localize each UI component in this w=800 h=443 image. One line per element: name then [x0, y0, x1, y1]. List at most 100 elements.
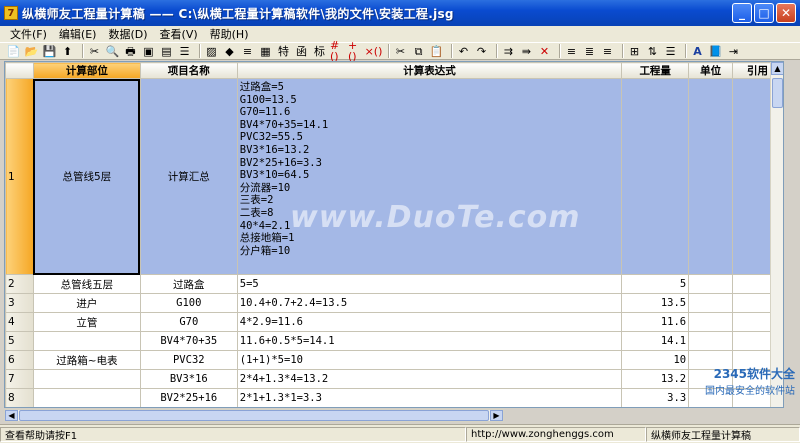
header-qty[interactable]: 工程量 — [621, 62, 690, 79]
row-number[interactable]: 6 — [5, 350, 34, 370]
delete-row-icon[interactable]: ✕ — [537, 44, 552, 59]
cut-icon[interactable]: ✂ — [87, 44, 102, 59]
cell-part[interactable]: 总管线5层 — [32, 78, 141, 275]
row-number[interactable]: 8 — [5, 388, 34, 407]
table-row[interactable]: 1 总管线5层 计算汇总 过路盒=5 G100=13.5 G70=11.6 BV4*70+3… — [5, 78, 783, 275]
lines-icon[interactable]: ☰ — [663, 44, 678, 59]
header-corner[interactable] — [5, 62, 34, 79]
formula-icon[interactable]: ≡ — [240, 44, 255, 59]
vertical-scrollbar[interactable]: ▲ — [770, 62, 783, 407]
cell-unit[interactable] — [688, 293, 734, 313]
cell-expression[interactable]: 11.6+0.5*5=14.1 — [236, 331, 623, 351]
palette-icon[interactable]: ◆ — [222, 44, 237, 59]
align-right-icon[interactable]: ≡ — [600, 44, 615, 59]
cell-unit[interactable] — [688, 331, 734, 351]
list-icon[interactable]: ☰ — [177, 44, 192, 59]
export-icon[interactable]: ⬆ — [60, 44, 75, 59]
cell-part[interactable]: 过路箱~电表 — [32, 350, 141, 370]
row-number[interactable]: 5 — [5, 331, 34, 351]
document-icon[interactable]: ▤ — [159, 44, 174, 59]
book-icon[interactable]: 📘 — [708, 44, 723, 59]
cell-part[interactable] — [32, 369, 141, 389]
insert-text-icon[interactable]: ▦ — [258, 44, 273, 59]
cell-expression[interactable]: 2*1+1.3*1=3.3 — [236, 388, 623, 407]
window-icon[interactable]: ▣ — [141, 44, 156, 59]
menu-data[interactable]: 数据(D) — [102, 26, 153, 42]
cell-unit[interactable] — [688, 274, 734, 294]
row-number[interactable]: 9 — [6, 408, 34, 409]
mult-paren-icon[interactable]: ×() — [365, 44, 383, 59]
cell-part[interactable]: 进户 — [32, 293, 141, 313]
cell-quantity[interactable]: 11.6 — [621, 312, 690, 332]
cell-part[interactable] — [32, 331, 141, 351]
sort-icon[interactable]: ⇅ — [645, 44, 660, 59]
cell-expression[interactable]: 过路盒=5 G100=13.5 G70=11.6 BV4*70+35=14.1 PVC3… — [236, 78, 623, 275]
row-number[interactable]: 3 — [5, 293, 34, 313]
cell-unit[interactable] — [689, 408, 733, 409]
paste-icon[interactable]: 📋 — [429, 44, 444, 59]
insert-paren-icon[interactable]: #() — [330, 40, 345, 62]
cell-name[interactable]: PVC32 — [140, 408, 237, 409]
close-button[interactable]: ✕ — [776, 3, 796, 23]
vertical-scroll-thumb[interactable] — [772, 78, 783, 108]
cell-expression[interactable]: (3+0.5)*5+(1.5+0.3)*10=45.5 — [237, 408, 621, 409]
cell-unit[interactable] — [688, 388, 734, 407]
add-paren-icon[interactable]: +() — [348, 40, 363, 62]
append-row-icon[interactable]: ⇛ — [519, 44, 534, 59]
cell-unit[interactable] — [688, 78, 734, 275]
menu-view[interactable]: 查看(V) — [154, 26, 204, 42]
header-expr[interactable]: 计算表达式 — [236, 62, 623, 79]
cell-name[interactable]: G100 — [139, 293, 238, 313]
open-folder-icon[interactable]: 📂 — [24, 44, 39, 59]
horizontal-scroll-thumb[interactable] — [19, 410, 489, 421]
image-icon[interactable]: ▨ — [204, 44, 219, 59]
scroll-up-arrow[interactable]: ▲ — [771, 62, 783, 75]
cell-quantity[interactable]: 10 — [621, 350, 690, 370]
cell-name[interactable]: PVC32 — [139, 350, 238, 370]
cell-quantity[interactable]: 3.3 — [621, 388, 690, 407]
cell-unit[interactable] — [688, 350, 734, 370]
row-number[interactable]: 7 — [5, 369, 34, 389]
cell-name[interactable]: G70 — [139, 312, 238, 332]
cut2-icon[interactable]: ✂ — [393, 44, 408, 59]
print-icon[interactable]: 🖶 — [123, 44, 138, 59]
grid-icon[interactable]: ⊞ — [627, 44, 642, 59]
cell-name[interactable]: BV4*70+35 — [139, 331, 238, 351]
table-row[interactable]: 8 BV2*25+16 2*1+1.3*1=3.3 3.3 — [5, 388, 783, 407]
cell-quantity[interactable]: 5 — [621, 274, 690, 294]
scroll-right-arrow[interactable]: ▶ — [490, 410, 503, 421]
table-row[interactable]: 2 总管线五层 过路盒 5=5 5 — [5, 274, 783, 294]
cell-quantity[interactable]: 13.5 — [621, 293, 690, 313]
cell-part[interactable]: 立管 — [32, 312, 141, 332]
align-left-icon[interactable]: ≡ — [564, 44, 579, 59]
table-row[interactable]: 9电表~分户PVC32(3+0.5)*5+(1.5+0.3)*10=45.545 — [6, 408, 783, 409]
table-row[interactable]: 6 过路箱~电表 PVC32 (1+1)*5=10 10 — [5, 350, 783, 370]
cell-expression[interactable]: 10.4+0.7+2.4=13.5 — [236, 293, 623, 313]
undo-icon[interactable]: ↶ — [456, 44, 471, 59]
cell-name[interactable]: 计算汇总 — [139, 78, 238, 275]
copy-icon[interactable]: ⧉ — [411, 44, 426, 59]
insert-row-icon[interactable]: ⇉ — [501, 44, 516, 59]
special-char-button[interactable]: 特 — [276, 44, 291, 59]
font-icon[interactable]: A — [690, 44, 705, 59]
cell-part[interactable]: 电表~分户 — [33, 408, 140, 409]
horizontal-scrollbar[interactable]: ◀ ▶ — [4, 409, 504, 422]
cell-quantity[interactable]: 14.1 — [621, 331, 690, 351]
menu-file[interactable]: 文件(F) — [4, 26, 53, 42]
row-number[interactable]: 1 — [5, 78, 34, 275]
cell-expression[interactable]: 5=5 — [236, 274, 623, 294]
cell-unit[interactable] — [688, 369, 734, 389]
scroll-left-arrow[interactable]: ◀ — [5, 410, 18, 421]
minimize-button[interactable]: _ — [732, 3, 752, 23]
header-part[interactable]: 计算部位 — [32, 62, 141, 79]
cell-expression[interactable]: 4*2.9=11.6 — [236, 312, 623, 332]
cell-quantity[interactable]: 13.2 — [621, 369, 690, 389]
cell-quantity[interactable] — [621, 78, 690, 275]
cell-reference[interactable] — [733, 408, 783, 409]
cell-name[interactable]: BV2*25+16 — [139, 388, 238, 407]
cell-name[interactable]: 过路盒 — [139, 274, 238, 294]
cell-name[interactable]: BV3*16 — [139, 369, 238, 389]
function-button[interactable]: 函 — [294, 44, 309, 59]
menu-help[interactable]: 帮助(H) — [204, 26, 255, 42]
table-row[interactable]: 7 BV3*16 2*4+1.3*4=13.2 13.2 — [5, 369, 783, 389]
